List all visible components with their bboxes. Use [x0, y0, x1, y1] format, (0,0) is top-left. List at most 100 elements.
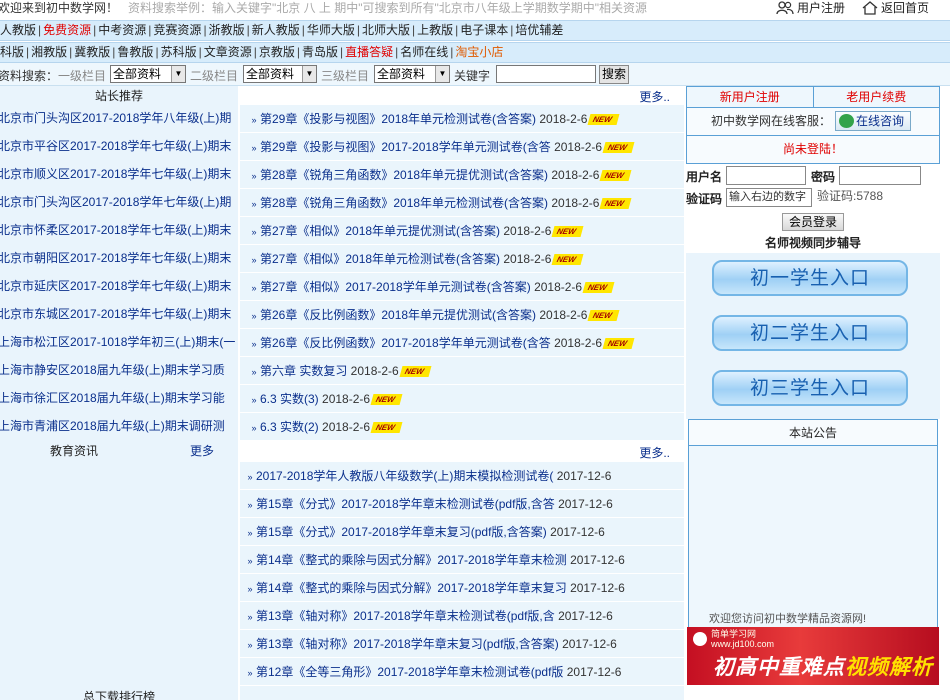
- resource-row[interactable]: » 第27章《相似》2018年单元提优测试(含答案) 2018-2-6 NEW: [240, 217, 684, 245]
- level1-select[interactable]: 全部资料 ▼: [110, 65, 186, 83]
- users-icon: [776, 1, 794, 15]
- recommend-item[interactable]: 北京市朝阳区2017-2018学年七年级(上)期末: [0, 244, 238, 272]
- new-badge: NEW: [551, 226, 584, 238]
- resource-row[interactable]: » 第12章《全等三角形》2017-2018学年章末检测试卷(pdf版 2017-…: [240, 658, 684, 686]
- nav-link[interactable]: 科版: [0, 45, 24, 59]
- password-input[interactable]: [839, 166, 921, 185]
- resource-row[interactable]: » 2017-2018学年人教版八年级数学(上)期末模拟检测试卷( 2017-12…: [240, 462, 684, 490]
- nav-link[interactable]: 名师在线: [400, 45, 448, 59]
- resource-row[interactable]: » 第15章《分式》2017-2018学年章末复习(pdf版,含答案) 2017-…: [240, 518, 684, 546]
- more-link-latest[interactable]: 更多..: [639, 88, 670, 105]
- resource-row[interactable]: » 第13章《轴对称》2017-2018学年章末复习(pdf版,含答案) 2017…: [240, 630, 684, 658]
- site-notice: 本站公告 欢迎您访问初中数学精品资源网!: [688, 419, 938, 629]
- nav-link[interactable]: 苏科版: [161, 45, 197, 59]
- recommend-item[interactable]: 北京市怀柔区2017-2018学年七年级(上)期末: [0, 216, 238, 244]
- nav-separator: |: [356, 23, 360, 37]
- resource-row[interactable]: » 第14章《整式的乘除与因式分解》2017-2018学年章末复习 2017-12…: [240, 574, 684, 602]
- nav-link[interactable]: 京教版: [259, 45, 295, 59]
- resource-date: 2018-2-6: [500, 224, 552, 238]
- search-label: 资料搜索：: [0, 69, 59, 83]
- nav-link[interactable]: 湘教版: [31, 45, 67, 59]
- recommend-item[interactable]: 北京市顺义区2017-2018学年七年级(上)期末: [0, 160, 238, 188]
- keyword-input[interactable]: [496, 65, 596, 83]
- resource-row[interactable]: » 第29章《投影与视图》2018年单元检测试卷(含答案) 2018-2-6 NEW: [240, 105, 684, 133]
- resource-title: 第27章《相似》2018年单元检测试卷(含答案): [260, 252, 501, 266]
- resource-row[interactable]: » 第28章《锐角三角函数》2018年单元检测试卷(含答案) 2018-2-6 NE…: [240, 189, 684, 217]
- recommend-item[interactable]: 北京市延庆区2017-2018学年七年级(上)期末: [0, 272, 238, 300]
- resource-row[interactable]: » 第六章 实数复习 2018-2-6 NEW: [240, 357, 684, 385]
- vcode-label: 验证码: [686, 192, 723, 206]
- nav-link[interactable]: 电子课本: [460, 23, 508, 37]
- new-user-register-link[interactable]: 新用户注册: [687, 87, 813, 107]
- nav-link[interactable]: 培优辅差: [515, 23, 563, 37]
- more-link-recent[interactable]: 更多..: [639, 444, 670, 461]
- banner-url: www.jd100.com: [711, 639, 775, 649]
- vcode-input[interactable]: 输入右边的数字: [726, 188, 812, 207]
- nav-link[interactable]: 淘宝小店: [455, 45, 503, 59]
- nav-link[interactable]: 青岛版: [302, 45, 338, 59]
- resource-row[interactable]: » 6.3 实数(2) 2018-2-6 NEW: [240, 413, 684, 441]
- level3-select[interactable]: 全部资料 ▼: [374, 65, 450, 83]
- resource-row[interactable]: » 第27章《相似》2018年单元检测试卷(含答案) 2018-2-6 NEW: [240, 245, 684, 273]
- go-home-label: 返回首页: [881, 1, 930, 15]
- recommend-item[interactable]: 北京市门头沟区2017-2018学年八年级(上)期: [0, 104, 238, 132]
- recommend-item[interactable]: 北京市东城区2017-2018学年七年级(上)期末: [0, 300, 238, 328]
- nav-link[interactable]: 直播答疑: [345, 45, 393, 59]
- recommend-item[interactable]: 上海市松江区2017-1018学年初三(上)期末(一: [0, 328, 238, 356]
- nav-link[interactable]: 新人教版: [252, 23, 300, 37]
- recommend-item[interactable]: 北京市门头沟区2017-2018学年七年级(上)期: [0, 188, 238, 216]
- edu-news-more-link[interactable]: 更多: [190, 442, 214, 460]
- consult-label: 在线咨询: [856, 114, 905, 128]
- resource-row[interactable]: » 第26章《反比例函数》2018年单元提优测试(含答案) 2018-2-6 NEW: [240, 301, 684, 329]
- recommend-item[interactable]: 上海市静安区2018届九年级(上)期末学习质: [0, 356, 238, 384]
- nav-link[interactable]: 免费资源: [43, 23, 91, 37]
- member-login-button[interactable]: 会员登录: [782, 213, 844, 231]
- grade1-entry-button[interactable]: 初一学生入口: [712, 260, 908, 296]
- nav-link[interactable]: 文章资源: [204, 45, 252, 59]
- download-rank-title: 总下载排行榜: [82, 690, 155, 700]
- resource-row[interactable]: » 第27章《相似》2017-2018学年单元测试卷(含答案) 2018-2-6 N…: [240, 273, 684, 301]
- resource-title: 第28章《锐角三角函数》2018年单元提优测试(含答案): [260, 168, 549, 182]
- grade3-entry-button[interactable]: 初三学生入口: [712, 370, 908, 406]
- nav-link[interactable]: 华师大版: [307, 23, 355, 37]
- nav-separator: |: [296, 45, 300, 59]
- nav-link[interactable]: 浙教版: [209, 23, 245, 37]
- renew-link[interactable]: 老用户续费: [812, 87, 940, 107]
- nav-link[interactable]: 竞赛资源: [153, 23, 201, 37]
- resource-title: 第15章《分式》2017-2018学年章末检测试卷(pdf版,含答: [256, 497, 555, 511]
- nav-link[interactable]: 上教版: [417, 23, 453, 37]
- user-register-link[interactable]: 用户注册: [776, 0, 845, 16]
- resource-row[interactable]: » 6.3 实数(3) 2018-2-6 NEW: [240, 385, 684, 413]
- username-input[interactable]: [726, 166, 806, 185]
- recommend-item[interactable]: 上海市青浦区2018届九年级(上)期末调研测: [0, 412, 238, 440]
- recommend-item[interactable]: 上海市徐汇区2018届九年级(上)期末学习能: [0, 384, 238, 412]
- nav-link[interactable]: 冀教版: [74, 45, 110, 59]
- recommend-item[interactable]: 北京市平谷区2017-2018学年七年级(上)期末: [0, 132, 238, 160]
- resource-row[interactable]: » 第26章《反比例函数》2017-2018学年单元测试卷(含答 2018-2-6…: [240, 329, 684, 357]
- online-consult-button[interactable]: 在线咨询: [835, 111, 911, 131]
- nav-link[interactable]: 北师大版: [362, 23, 410, 37]
- go-home-link[interactable]: 返回首页: [862, 0, 929, 16]
- resource-title: 第27章《相似》2018年单元提优测试(含答案): [260, 224, 501, 238]
- resource-date: 2017-12-6: [558, 637, 617, 651]
- video-ad-banner[interactable]: 简单学习网 www.jd100.com 初高中重难点视频解析: [687, 627, 939, 685]
- search-example-text: 资料搜索举例：输入关键字"北京 八 上 期中"可搜索到所有"北京市八年级上学期数…: [128, 1, 648, 15]
- new-badge: NEW: [551, 254, 584, 266]
- grade2-entry-button[interactable]: 初二学生入口: [712, 315, 908, 351]
- resource-row[interactable]: » 第14章《整式的乘除与因式分解》2017-2018学年章末检测 2017-12…: [240, 546, 684, 574]
- nav-link[interactable]: 中考资源: [98, 23, 146, 37]
- resource-row[interactable]: » 第13章《轴对称》2017-2018学年章末检测试卷(pdf版,含 2017-…: [240, 602, 684, 630]
- resource-title: 第26章《反比例函数》2017-2018学年单元测试卷(含答: [260, 336, 551, 350]
- new-badge: NEW: [587, 310, 620, 322]
- resource-date: 2017-12-6: [546, 525, 605, 539]
- level2-select[interactable]: 全部资料 ▼: [243, 65, 317, 83]
- resource-date: 2018-2-6: [548, 168, 600, 182]
- bullet-icon: »: [251, 283, 257, 293]
- resource-row[interactable]: » 第15章《分式》2017-2018学年章末检测试卷(pdf版,含答 2017-…: [240, 490, 684, 518]
- level1-label: 一级栏目: [58, 69, 107, 83]
- resource-row[interactable]: » 第29章《投影与视图》2017-2018学年单元测试卷(含答 2018-2-6…: [240, 133, 684, 161]
- nav-link[interactable]: 人教版: [0, 23, 36, 37]
- nav-link[interactable]: 鲁教版: [117, 45, 153, 59]
- search-button[interactable]: 搜索: [599, 65, 629, 84]
- resource-row[interactable]: » 第28章《锐角三角函数》2018年单元提优测试(含答案) 2018-2-6 NE…: [240, 161, 684, 189]
